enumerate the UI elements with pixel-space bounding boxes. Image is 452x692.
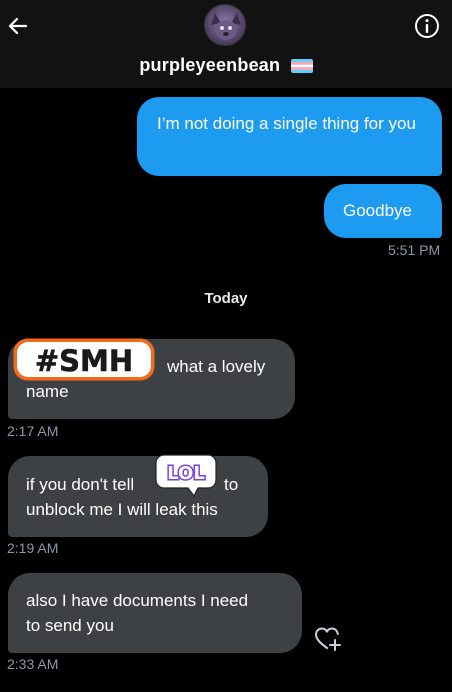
message-timestamp: 5:51 PM (388, 242, 441, 258)
arrow-left-icon[interactable] (4, 12, 32, 40)
message-timestamp: 2:33 AM (7, 656, 59, 672)
message-text-line: if you don't tell (26, 475, 135, 494)
message-text-line: name (26, 382, 69, 401)
message-timestamp: 2:17 AM (7, 423, 59, 439)
message-text-line: also I have documents I need (26, 591, 249, 610)
sent-message[interactable]: I’m not doing a single thing for you (137, 97, 442, 176)
sticker-text: #SMH (35, 344, 133, 378)
lol-sticker: LOL (155, 454, 217, 498)
message-text: I’m not doing a single thing for you (157, 114, 416, 133)
sticker-text: LOL (167, 463, 205, 484)
heart-plus-icon[interactable] (314, 626, 342, 652)
sent-message[interactable]: Goodbye (324, 184, 442, 238)
conversation-header: purpleyeenbean (0, 0, 452, 88)
smh-sticker: #SMH (13, 338, 155, 381)
message-text-line: unblock me I will leak this (26, 500, 218, 519)
username-row[interactable]: purpleyeenbean (0, 55, 452, 76)
avatar[interactable] (204, 4, 246, 46)
received-message[interactable]: if you don't tell to unblock me I will l… (8, 456, 268, 537)
received-message[interactable]: also I have documents I need to send you (8, 573, 302, 653)
message-timestamp: 2:19 AM (7, 540, 59, 556)
transgender-flag-icon (290, 59, 313, 73)
message-text: Goodbye (343, 201, 412, 220)
message-text-line: to (224, 475, 239, 494)
avatar-image (211, 13, 241, 40)
info-circle-icon[interactable] (413, 12, 441, 40)
message-text-line: to send you (26, 616, 114, 635)
day-separator: Today (204, 290, 248, 307)
username: purpleyeenbean (139, 55, 281, 75)
message-text-line: what a lovely (167, 357, 266, 376)
